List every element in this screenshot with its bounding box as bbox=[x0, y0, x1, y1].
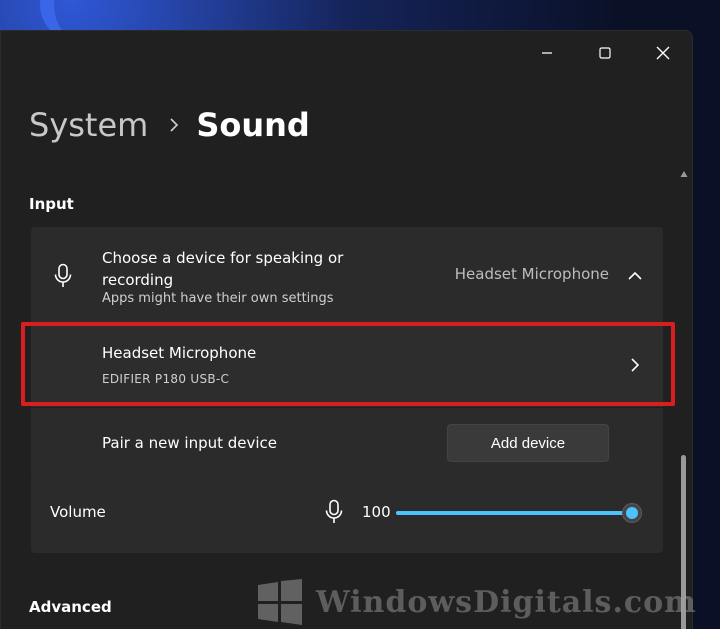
volume-slider[interactable] bbox=[396, 503, 642, 523]
caption-controls bbox=[518, 31, 692, 75]
add-device-button[interactable]: Add device bbox=[447, 424, 609, 462]
volume-value: 100 bbox=[362, 503, 391, 521]
chevron-right-icon bbox=[168, 117, 180, 133]
minimize-button[interactable] bbox=[518, 31, 576, 75]
maximize-icon bbox=[599, 47, 611, 59]
microphone-icon[interactable] bbox=[324, 499, 344, 529]
windows-logo-icon bbox=[256, 579, 304, 625]
close-button[interactable] bbox=[634, 31, 692, 75]
page-title: Sound bbox=[196, 106, 310, 144]
highlight-annotation bbox=[21, 322, 675, 406]
volume-slider-thumb[interactable] bbox=[622, 503, 642, 523]
volume-slider-fill bbox=[396, 511, 632, 515]
watermark-text: WindowsDigitals.com bbox=[316, 584, 697, 620]
selected-input-device: Headset Microphone bbox=[454, 265, 609, 283]
input-device-selector[interactable]: Choose a device for speaking or recordin… bbox=[31, 227, 663, 323]
microphone-icon bbox=[53, 263, 73, 293]
pair-device-label: Pair a new input device bbox=[102, 434, 278, 452]
close-icon bbox=[656, 46, 670, 60]
breadcrumb: System Sound bbox=[29, 105, 310, 145]
minimize-icon bbox=[542, 52, 552, 54]
breadcrumb-system[interactable]: System bbox=[29, 105, 148, 145]
section-title-input: Input bbox=[29, 195, 74, 213]
chevron-up-icon[interactable] bbox=[627, 267, 643, 286]
scrollbar[interactable] bbox=[680, 163, 688, 629]
choose-device-subtext: Apps might have their own settings bbox=[102, 291, 334, 306]
section-title-advanced: Advanced bbox=[29, 598, 112, 616]
choose-device-label: Choose a device for speaking or recordin… bbox=[102, 249, 344, 289]
volume-label: Volume bbox=[50, 503, 106, 521]
slider-thumb-dot bbox=[626, 507, 638, 519]
scroll-up-icon[interactable] bbox=[680, 163, 688, 182]
volume-card: Volume 100 bbox=[31, 471, 663, 553]
watermark: WindowsDigitals.com bbox=[256, 578, 716, 626]
pair-input-device-row: Pair a new input device Add device bbox=[31, 407, 663, 475]
maximize-button[interactable] bbox=[576, 31, 634, 75]
